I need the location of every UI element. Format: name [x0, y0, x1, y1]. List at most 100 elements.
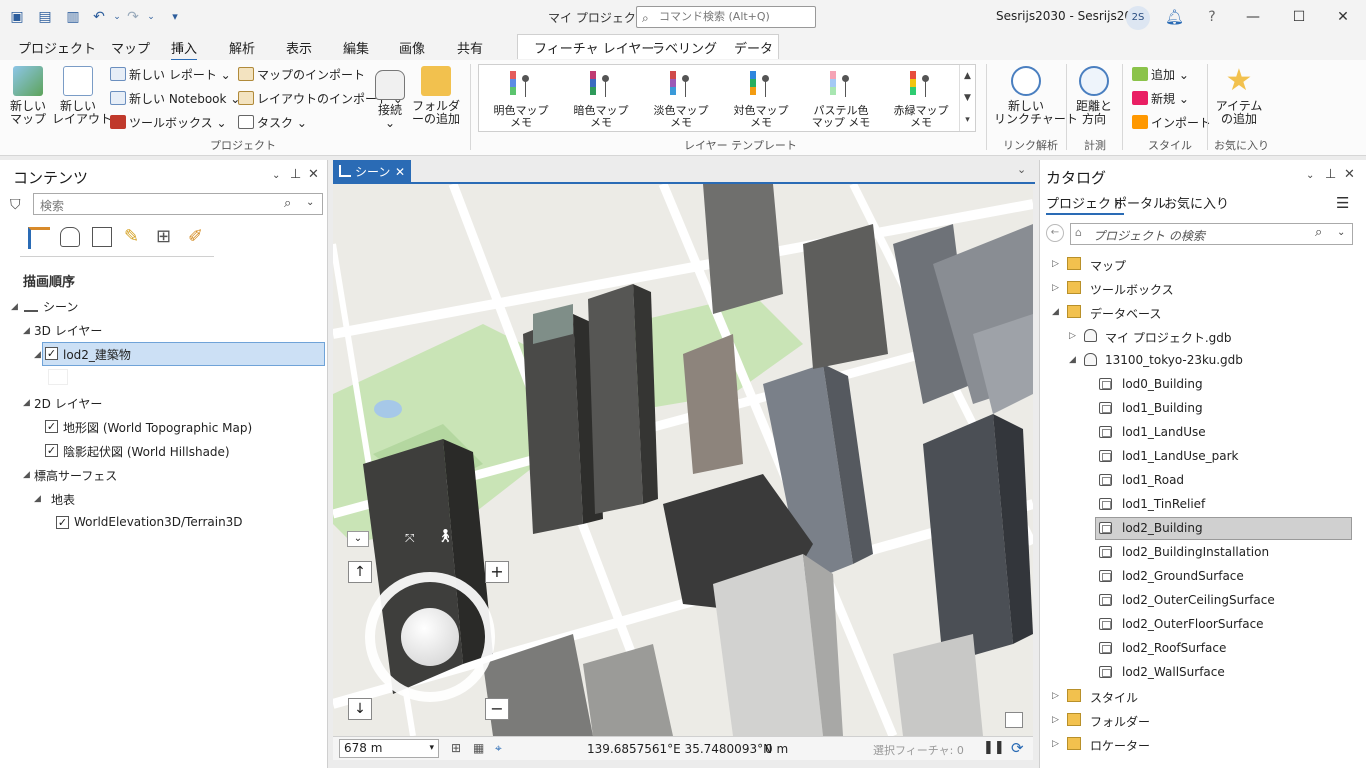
tab-feature-layer[interactable]: フィーチャ レイヤー	[534, 38, 654, 57]
pane-options-icon[interactable]: ⌄	[1306, 170, 1314, 181]
tab-view[interactable]: 表示	[286, 38, 312, 57]
expand-toggle[interactable]: ▷	[1052, 259, 1059, 269]
new-link-chart-button[interactable]: 新しい リンクチャート	[994, 66, 1078, 126]
tree-3d-layers[interactable]: 3D レイヤー	[34, 322, 102, 339]
new-map-button[interactable]: 新しい マップ	[6, 66, 50, 126]
tab-edit[interactable]: 編集	[343, 38, 369, 57]
catalog-layer-item[interactable]: lod1_Building	[1122, 401, 1203, 415]
catalog-my-project-gdb[interactable]: マイ プロジェクト.gdb	[1105, 329, 1231, 346]
expand-toggle[interactable]: ◢	[23, 470, 30, 480]
style-import-button[interactable]: インポート	[1132, 114, 1211, 131]
expand-toggle[interactable]: ◢	[23, 326, 30, 336]
coordinate-readout-icon[interactable]: ⌖	[495, 741, 502, 756]
tilt-down-button[interactable]: ↓	[348, 698, 372, 720]
catalog-databases[interactable]: データベース	[1090, 305, 1161, 322]
expand-toggle[interactable]: ▷	[1069, 331, 1076, 341]
expand-toggle[interactable]: ◢	[1069, 355, 1076, 365]
scene-view[interactable]: ⌄ ⤧ 🚶︎ ↑ + ↓ −	[333, 184, 1033, 736]
layer-visibility-checkbox[interactable]: ✓	[56, 516, 69, 529]
list-by-editing-icon[interactable]: ✎	[124, 226, 139, 247]
tab-data[interactable]: データ	[734, 38, 773, 57]
zoom-in-button[interactable]: +	[485, 561, 509, 583]
zoom-out-button[interactable]: −	[485, 698, 509, 720]
add-folder-button[interactable]: フォルダーの追加	[412, 66, 460, 126]
tab-analysis[interactable]: 解析	[229, 38, 255, 57]
tree-elevation-surfaces[interactable]: 標高サーフェス	[34, 467, 117, 484]
tree-ground[interactable]: 地表	[51, 491, 75, 508]
navigator-globe-icon[interactable]	[401, 608, 459, 666]
catalog-tokyo-gdb[interactable]: 13100_tokyo-23ku.gdb	[1105, 353, 1243, 367]
catalog-layer-item-selected[interactable]: lod2_Building	[1122, 521, 1203, 535]
expand-toggle[interactable]: ◢	[34, 350, 41, 360]
customize-qat-icon[interactable]: ▾	[166, 8, 184, 26]
catalog-layer-item[interactable]: lod1_LandUse	[1122, 425, 1206, 439]
open-project-icon[interactable]: ▤	[36, 8, 54, 26]
grid-icon[interactable]: ▦	[473, 741, 484, 755]
template-pastel-map[interactable]: パステル色 マップ メモ	[809, 71, 873, 129]
add-item-button[interactable]: ★ アイテム の追加	[1214, 66, 1264, 126]
pane-options-icon[interactable]: ⌄	[272, 170, 280, 181]
template-dark-map[interactable]: 暗色マップ メモ	[569, 71, 633, 129]
map-legend-icon[interactable]	[1005, 712, 1023, 728]
back-icon[interactable]: ←	[1046, 224, 1064, 242]
import-map-button[interactable]: マップのインポート	[238, 66, 365, 83]
expand-toggle[interactable]: ▷	[1052, 739, 1059, 749]
tree-2d-layers[interactable]: 2D レイヤー	[34, 395, 102, 412]
catalog-layer-item[interactable]: lod2_RoofSurface	[1122, 641, 1226, 655]
scale-selector[interactable]: 678 m ▾	[339, 739, 439, 758]
catalog-layer-item[interactable]: lod2_OuterCeilingSurface	[1122, 593, 1275, 607]
layer-visibility-checkbox[interactable]: ✓	[45, 444, 58, 457]
pause-icon[interactable]: ❚❚	[983, 740, 1005, 755]
tab-project[interactable]: プロジェクト	[18, 38, 96, 57]
undo-icon[interactable]: ↶	[90, 8, 108, 26]
contents-search-input[interactable]: 検索 ⌕ ⌄	[33, 193, 323, 215]
refresh-icon[interactable]: ⟳	[1011, 739, 1024, 757]
tab-labeling[interactable]: ラベリング	[652, 38, 717, 57]
close-tab-icon[interactable]: ✕	[395, 160, 405, 184]
template-light-map[interactable]: 明色マップ メモ	[489, 71, 553, 129]
catalog-layer-item[interactable]: lod2_WallSurface	[1122, 665, 1225, 679]
grid-snapping-icon[interactable]: ⊞	[451, 741, 461, 755]
command-search-input[interactable]: ⌕ コマンド検索 (Alt+Q)	[636, 6, 816, 28]
layer-visibility-checkbox[interactable]: ✓	[45, 420, 58, 433]
filter-icon[interactable]: ⛉	[10, 197, 21, 213]
walk-mode-icon[interactable]: 🚶︎	[437, 529, 454, 544]
tree-layer-lod2[interactable]: lod2_建築物	[63, 346, 131, 363]
catalog-maps[interactable]: マップ	[1090, 257, 1126, 274]
tree-terrain[interactable]: WorldElevation3D/Terrain3D	[74, 515, 243, 529]
catalog-toolboxes[interactable]: ツールボックス	[1090, 281, 1174, 298]
close-pane-icon[interactable]: ✕	[1344, 167, 1355, 182]
close-pane-icon[interactable]: ✕	[308, 167, 319, 182]
toolbox-button[interactable]: ツールボックス ⌄	[110, 114, 227, 131]
distance-direction-button[interactable]: 距離と 方向	[1072, 66, 1116, 126]
catalog-tab-favorites[interactable]: お気に入り	[1164, 193, 1229, 212]
catalog-layer-item[interactable]: lod0_Building	[1122, 377, 1203, 391]
template-muted-map[interactable]: 淡色マップ メモ	[649, 71, 713, 129]
list-by-labeling-icon[interactable]: ✐	[188, 226, 203, 247]
maximize-button[interactable]: ☐	[1284, 4, 1314, 30]
expand-toggle[interactable]: ◢	[11, 302, 18, 312]
tilt-up-button[interactable]: ↑	[348, 561, 372, 583]
tab-scene[interactable]: シーン ✕	[333, 160, 411, 184]
gallery-scroll-up[interactable]: ▲	[959, 65, 975, 87]
expand-toggle[interactable]: ◢	[1052, 307, 1059, 317]
tab-share[interactable]: 共有	[457, 38, 483, 57]
new-layout-button[interactable]: 新しい レイアウト	[52, 66, 112, 126]
tab-insert[interactable]: 挿入	[171, 38, 198, 61]
help-icon[interactable]: ?	[1203, 8, 1221, 26]
expand-toggle[interactable]: ◢	[34, 494, 41, 504]
tab-imagery[interactable]: 画像	[399, 38, 425, 57]
pin-icon[interactable]: ⊥	[1325, 167, 1336, 182]
redo-icon[interactable]: ↷	[124, 8, 142, 26]
catalog-layer-item[interactable]: lod1_LandUse_park	[1122, 449, 1238, 463]
redo-dropdown-icon[interactable]: ⌄	[142, 8, 160, 26]
list-by-selection-icon[interactable]	[92, 227, 112, 247]
catalog-menu-icon[interactable]: ☰	[1336, 194, 1349, 212]
list-by-drawing-order-icon[interactable]	[28, 227, 50, 249]
minimize-button[interactable]: —	[1238, 4, 1268, 30]
catalog-layer-item[interactable]: lod2_BuildingInstallation	[1122, 545, 1269, 559]
catalog-tab-portal[interactable]: ポータル	[1114, 193, 1166, 212]
expand-toggle[interactable]: ▷	[1052, 715, 1059, 725]
tab-map[interactable]: マップ	[111, 38, 150, 57]
catalog-styles[interactable]: スタイル	[1090, 689, 1138, 706]
